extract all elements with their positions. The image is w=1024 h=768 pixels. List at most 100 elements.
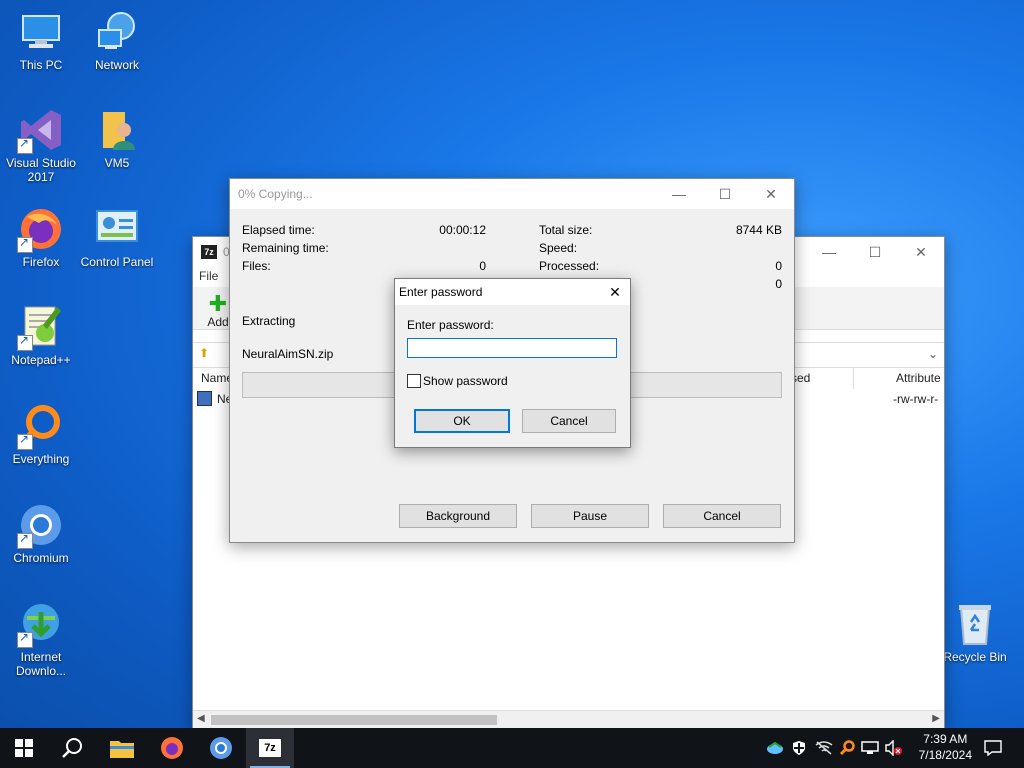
operation-label: Extracting xyxy=(242,314,296,328)
title-bar[interactable]: Enter password ✕ xyxy=(395,279,630,305)
tray-lan-icon[interactable] xyxy=(859,728,881,768)
password-input[interactable] xyxy=(407,338,617,358)
desktop-icon-label: Visual Studio 2017 xyxy=(6,156,76,184)
tray-security-icon[interactable] xyxy=(788,728,810,768)
desktop-icon-label: Internet Downlo... xyxy=(15,650,67,678)
desktop-icon-label: VM5 xyxy=(104,156,130,170)
onedrive-icon xyxy=(767,741,783,754)
control-panel-icon xyxy=(96,210,138,242)
desktop-icon-label: Everything xyxy=(12,452,70,466)
taskbar-chromium[interactable] xyxy=(197,728,245,768)
desktop-icon-label: Chromium xyxy=(13,551,69,565)
shield-icon xyxy=(793,741,805,755)
scroll-thumb[interactable] xyxy=(211,715,497,725)
search-button[interactable] xyxy=(48,728,96,768)
remaining-time-label: Remaining time: xyxy=(242,241,329,255)
elapsed-time-label: Elapsed time: xyxy=(242,223,315,237)
clock-date: 7/18/2024 xyxy=(918,748,972,762)
volume-muted-icon xyxy=(885,740,902,756)
show-password-checkbox[interactable] xyxy=(407,374,421,388)
taskbar: 7z 7:39 AM 7/18/2024 xyxy=(0,728,1024,768)
desktop-icon-label: This PC xyxy=(19,58,63,72)
total-size-label: Total size: xyxy=(539,223,593,237)
maximize-button[interactable]: ☐ xyxy=(702,179,748,209)
close-button[interactable]: ✕ xyxy=(748,179,794,209)
7zip-icon: 7z xyxy=(259,739,281,757)
tray-volume-icon[interactable] xyxy=(882,728,906,768)
taskbar-file-explorer[interactable] xyxy=(98,728,146,768)
tray-network-share-icon[interactable] xyxy=(764,728,786,768)
processed-label: Processed: xyxy=(539,259,600,273)
files-label: Files: xyxy=(242,259,271,273)
tray-network-disabled-icon[interactable] xyxy=(812,728,836,768)
processed-value: 0 xyxy=(775,259,782,273)
maximize-button[interactable]: ☐ xyxy=(852,237,898,267)
close-button[interactable]: ✕ xyxy=(600,279,630,305)
dialog-title: Enter password xyxy=(399,285,483,299)
taskbar-clock[interactable]: 7:39 AM 7/18/2024 xyxy=(919,731,972,763)
speed-label: Speed: xyxy=(539,241,578,255)
close-button[interactable]: ✕ xyxy=(898,237,944,267)
desktop-icon-vm5[interactable]: VM5 xyxy=(76,106,158,170)
enter-password-dialog: Enter password ✕ Enter password: Show pa… xyxy=(394,278,631,448)
notification-center-button[interactable] xyxy=(978,728,1008,768)
desktop-icon-visual-studio[interactable]: Visual Studio 2017 xyxy=(0,106,82,184)
elapsed-time-value: 00:00:12 xyxy=(439,223,486,237)
password-prompt-label: Enter password: xyxy=(407,318,494,332)
desktop-icon-network[interactable]: Network xyxy=(76,8,158,72)
title-bar[interactable]: 0% Copying... — ☐ ✕ xyxy=(230,179,794,209)
cancel-button[interactable]: Cancel xyxy=(522,409,616,433)
column-attributes[interactable]: Attribute xyxy=(896,371,941,385)
shortcut-arrow-icon xyxy=(17,235,33,253)
ok-button[interactable]: OK xyxy=(414,409,510,433)
recycle-bin-icon xyxy=(959,605,991,645)
archive-file-icon xyxy=(197,391,212,406)
scroll-right-icon[interactable]: ▶ xyxy=(932,713,940,724)
desktop-icon-label: Recycle Bin xyxy=(943,650,1007,664)
minimize-button[interactable]: — xyxy=(656,179,702,209)
scroll-left-icon[interactable]: ◀ xyxy=(197,713,205,724)
desktop-icon-internet-download-manager[interactable]: Internet Downlo... xyxy=(0,600,82,678)
chevron-down-icon[interactable]: ⌄ xyxy=(928,347,938,361)
folder-up-icon[interactable]: ⬆ xyxy=(199,346,209,360)
tray-everything-icon[interactable] xyxy=(836,728,858,768)
user-folder-icon xyxy=(103,112,135,150)
network-icon xyxy=(98,12,135,49)
shortcut-arrow-icon xyxy=(17,531,33,549)
desktop-icon-chromium[interactable]: Chromium xyxy=(0,501,82,565)
shortcut-arrow-icon xyxy=(17,630,33,648)
desktop-icon-this-pc[interactable]: This PC xyxy=(0,8,82,72)
desktop-icon-recycle-bin[interactable]: Recycle Bin xyxy=(934,600,1016,664)
desktop-icon-label: Firefox xyxy=(22,255,60,269)
menu-file[interactable]: File xyxy=(199,269,218,283)
desktop-icon-label: Control Panel xyxy=(80,255,154,269)
desktop-icon-label: Notepad++ xyxy=(11,353,71,367)
start-button[interactable] xyxy=(0,728,48,768)
shortcut-arrow-icon xyxy=(17,432,33,450)
taskbar-7zip[interactable]: 7z xyxy=(246,728,294,768)
total-size-value: 8744 KB xyxy=(735,223,782,237)
computer-icon xyxy=(22,15,60,48)
desktop-icon-control-panel[interactable]: Control Panel xyxy=(76,205,158,269)
show-password-label[interactable]: Show password xyxy=(423,374,508,388)
desktop-icon-firefox[interactable]: Firefox xyxy=(0,205,82,269)
minimize-button[interactable]: — xyxy=(806,237,852,267)
taskbar-firefox[interactable] xyxy=(148,728,196,768)
everything-search-icon xyxy=(839,740,855,756)
desktop-icon-label: Network xyxy=(94,58,139,72)
chromium-icon xyxy=(210,737,232,759)
cancel-button[interactable]: Cancel xyxy=(663,504,781,528)
horizontal-scrollbar[interactable]: ◀ ▶ xyxy=(193,710,944,729)
window-title: 0 xyxy=(223,245,230,259)
background-button[interactable]: Background xyxy=(399,504,517,528)
pause-button[interactable]: Pause xyxy=(531,504,649,528)
7zip-logo-icon: 7z xyxy=(201,245,217,259)
desktop-icon-everything[interactable]: Everything xyxy=(0,402,82,466)
search-icon xyxy=(62,738,82,758)
start-icon xyxy=(15,739,33,757)
clock-time: 7:39 AM xyxy=(923,732,968,746)
file-attributes: -rw-rw-r- xyxy=(893,392,939,406)
compressed-value: 0 xyxy=(775,277,782,291)
shortcut-arrow-icon xyxy=(17,136,33,154)
desktop-icon-notepadpp[interactable]: Notepad++ xyxy=(0,303,82,367)
